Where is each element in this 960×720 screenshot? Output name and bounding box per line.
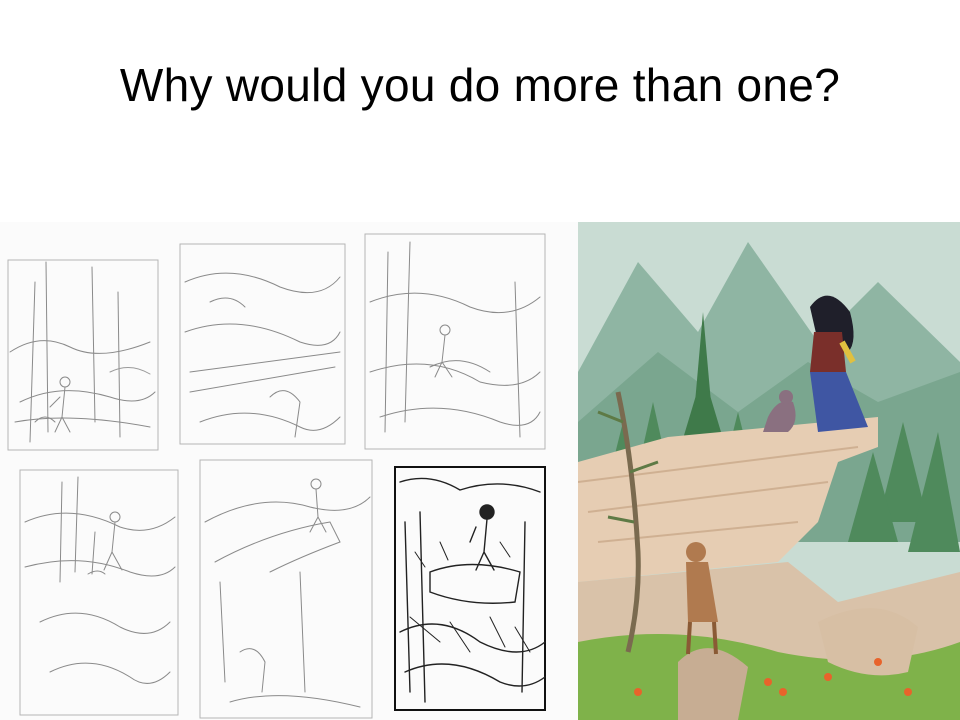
- finished-painting: [578, 222, 960, 720]
- thumbnail-sketch-4: [19, 469, 179, 716]
- thumbnail-sketch-1: [7, 259, 159, 451]
- slide-title: Why would you do more than one?: [119, 59, 841, 111]
- final-inked-sketch: [394, 466, 546, 711]
- thumbnail-sketch-5: [199, 459, 373, 719]
- foreground-rock: [678, 648, 748, 720]
- thumbnail-sketch-sheet: [0, 222, 578, 720]
- thumbnail-sketch-3: [364, 233, 546, 450]
- thumbnail-sketch-2: [179, 243, 346, 445]
